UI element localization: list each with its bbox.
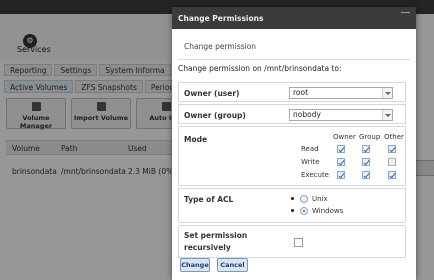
mode-write-label: Write [301,158,320,166]
mode-header-other: Other [384,133,404,141]
recursive-checkbox[interactable] [294,238,303,247]
bullet-icon [291,209,294,212]
mode-read-group-checkbox[interactable] [362,145,370,153]
owner-user-value: root [293,88,309,97]
owner-user-select[interactable]: root [289,87,393,99]
acl-type-label: Type of ACL [184,195,234,204]
owner-user-label: Owner (user) [184,89,240,98]
chevron-down-icon[interactable] [382,88,392,98]
radio-unix[interactable] [300,195,308,203]
mode-read-other-checkbox[interactable] [388,145,396,153]
chevron-down-icon[interactable] [382,110,392,120]
mode-read-owner-checkbox[interactable] [337,145,345,153]
owner-group-label: Owner (group) [184,111,246,120]
owner-group-row: Owner (group) nobody [178,104,406,124]
intro-text: Change permission on /mnt/brinsondata to… [178,64,342,73]
mode-header-owner: Owner [333,133,356,141]
owner-group-select[interactable]: nobody [289,109,393,121]
mode-label: Mode [184,135,208,144]
dialog-title: Change Permissions [178,14,264,23]
mode-header-group: Group [359,133,381,141]
mode-execute-owner-checkbox[interactable] [337,171,345,179]
recursive-row: Set permission recursively [178,225,406,258]
minimize-icon[interactable] [401,12,410,17]
radio-windows[interactable] [300,207,308,215]
acl-option-windows-label: Windows [312,207,344,215]
recursive-label-line1: Set permission [184,231,248,240]
change-button[interactable]: Change [180,258,210,272]
mode-write-owner-checkbox[interactable] [337,158,345,166]
owner-group-value: nobody [293,110,321,119]
owner-user-row: Owner (user) root [178,82,406,102]
change-permissions-dialog: Change Permissions Change permission Cha… [172,7,416,280]
mode-execute-label: Execute [301,171,329,179]
mode-execute-other-checkbox[interactable] [388,171,396,179]
bullet-icon [291,197,294,200]
mode-read-label: Read [301,145,319,153]
mode-execute-group-checkbox[interactable] [362,171,370,179]
mode-write-group-checkbox[interactable] [362,158,370,166]
mode-write-other-checkbox[interactable] [388,158,396,166]
cancel-button[interactable]: Cancel [217,258,248,272]
recursive-label-line2: recursively [184,243,231,252]
mode-row: Mode Owner Group Other Read Write Execut… [178,126,406,186]
acl-option-unix-label: Unix [312,195,328,203]
dialog-subtitle: Change permission [184,42,257,51]
dialog-titlebar[interactable]: Change Permissions [172,7,416,29]
acl-type-row: Type of ACL Unix Windows [178,188,406,223]
divider [178,59,410,60]
